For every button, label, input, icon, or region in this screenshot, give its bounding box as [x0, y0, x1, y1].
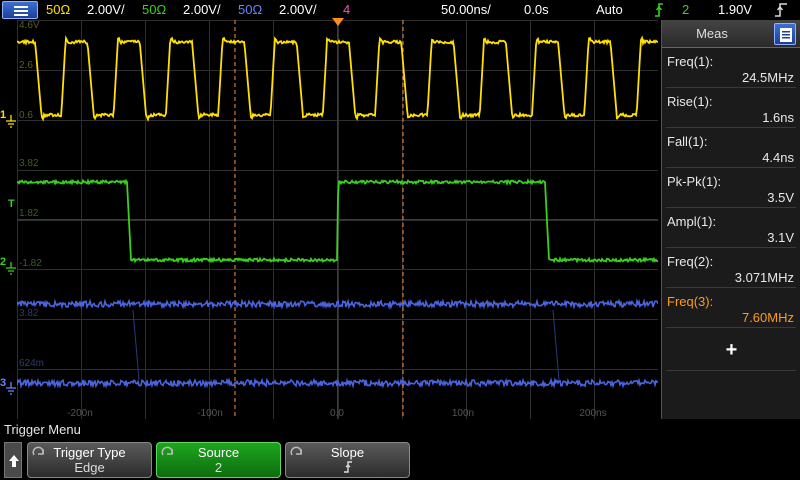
measurement-value: 3.071MHz	[735, 270, 794, 285]
ground-icon	[5, 262, 17, 276]
x-tick-label: 100n	[452, 408, 474, 419]
rotate-knob-icon	[161, 446, 175, 458]
ch2-ref-label: 3.82	[19, 158, 38, 169]
measurement-name: Ampl(1):	[667, 214, 716, 229]
ch1-impedance[interactable]: 50Ω	[46, 0, 70, 20]
softkey-source[interactable]: Source 2	[156, 442, 281, 478]
rotate-knob-icon	[290, 446, 304, 458]
trigger-mode[interactable]: Auto	[596, 0, 623, 20]
measurement-row[interactable]: Fall(1): 4.4ns	[666, 128, 796, 168]
softkey-value: Edge	[28, 460, 151, 475]
softkey-trigger-type[interactable]: Trigger Type Edge	[27, 442, 152, 478]
trigger-position-marker[interactable]	[332, 18, 344, 27]
add-measurement-button[interactable]: +	[662, 340, 800, 360]
trigger-source-readout[interactable]: 2	[682, 0, 689, 20]
measurement-name: Fall(1):	[667, 134, 707, 149]
measurement-name: Rise(1):	[667, 94, 713, 109]
graticule-grid	[17, 20, 658, 419]
ch1-scale[interactable]: 2.00V/	[87, 0, 125, 20]
measurement-row[interactable]: Ampl(1): 3.1V	[666, 208, 796, 248]
ch3-ref-label: 3.82	[19, 308, 38, 319]
ch1-ref-label: 2.6	[19, 60, 33, 71]
x-tick-label: 200ns	[579, 408, 606, 419]
ch3-trace	[17, 380, 658, 386]
menu-title: Trigger Menu	[4, 422, 81, 437]
rotate-knob-icon	[32, 446, 46, 458]
x-tick-label: -100n	[197, 408, 223, 419]
x-tick-label: -200n	[67, 408, 93, 419]
ground-icon	[5, 115, 17, 129]
measurement-value: 3.1V	[767, 230, 794, 245]
softkey-value	[286, 460, 409, 477]
ch3-impedance[interactable]: 50Ω	[238, 0, 262, 20]
measurement-row[interactable]: Freq(1): 24.5MHz	[666, 48, 796, 88]
measurements-menu-button[interactable]	[774, 23, 796, 45]
measurement-value: 7.60MHz	[742, 310, 794, 325]
ground-icon	[5, 382, 17, 396]
softkey-label: Source	[157, 445, 280, 460]
softkey-slope[interactable]: Slope	[285, 442, 410, 478]
measurements-header: Meas	[662, 20, 800, 48]
ch4-label[interactable]: 4	[343, 0, 350, 20]
rising-edge-icon	[343, 462, 353, 477]
ch3-ref-label: 624m	[19, 358, 44, 369]
divider	[666, 370, 796, 371]
measurements-title: Meas	[662, 26, 762, 41]
measurement-value: 3.5V	[767, 190, 794, 205]
measurement-row[interactable]: Pk-Pk(1): 3.5V	[666, 168, 796, 208]
ch2-scale[interactable]: 2.00V/	[183, 0, 221, 20]
ch3-scale[interactable]: 2.00V/	[279, 0, 317, 20]
waveform-display[interactable]: 4.6V 2.6 0.6 3.82 1.82 -1.82 3.82 624m -…	[17, 20, 658, 419]
timebase-readout[interactable]: 50.00ns/	[441, 0, 491, 20]
ch2-ref-label: 1.82	[19, 208, 38, 219]
ch2-impedance[interactable]: 50Ω	[142, 0, 166, 20]
x-tick-label: 0.0	[330, 408, 344, 419]
measurement-row[interactable]: Freq(2): 3.071MHz	[666, 248, 796, 288]
ch2-ref-label: -1.82	[19, 258, 42, 269]
measurement-value: 4.4ns	[762, 150, 794, 165]
measurement-list: Freq(1): 24.5MHz Rise(1): 1.6ns Fall(1): 4.4n…	[662, 48, 800, 328]
status-bar: 50Ω 2.00V/ 50Ω 2.00V/ 50Ω 2.00V/ 4 50.00…	[0, 0, 800, 20]
trigger-level-readout[interactable]: 1.90V	[718, 0, 752, 20]
ch1-ref-label: 4.6V	[19, 20, 40, 31]
measurement-row[interactable]: Freq(3): 7.60MHz	[666, 288, 796, 328]
delay-readout[interactable]: 0.0s	[524, 0, 549, 20]
softkey-label: Trigger Type	[28, 445, 151, 460]
main-menu-button[interactable]	[2, 1, 38, 19]
document-icon	[779, 27, 793, 43]
trigger-level-marker[interactable]: T	[8, 198, 15, 210]
measurements-panel: Meas Freq(1): 24.5MHz Rise(1): 1.6ns Fall(1)…	[661, 20, 800, 419]
measurement-value: 24.5MHz	[742, 70, 794, 85]
measurement-name: Freq(1):	[667, 54, 713, 69]
measurement-value: 1.6ns	[762, 110, 794, 125]
back-button[interactable]	[4, 442, 22, 478]
up-arrow-icon	[8, 454, 20, 468]
ch1-ref-label: 0.6	[19, 110, 33, 121]
softkey-value: 2	[157, 460, 280, 475]
measurement-name: Freq(3):	[667, 294, 713, 309]
measurement-name: Freq(2):	[667, 254, 713, 269]
measurement-row[interactable]: Rise(1): 1.6ns	[666, 88, 796, 128]
softkey-label: Slope	[286, 445, 409, 460]
menu-icon	[14, 5, 28, 17]
measurement-name: Pk-Pk(1):	[667, 174, 721, 189]
